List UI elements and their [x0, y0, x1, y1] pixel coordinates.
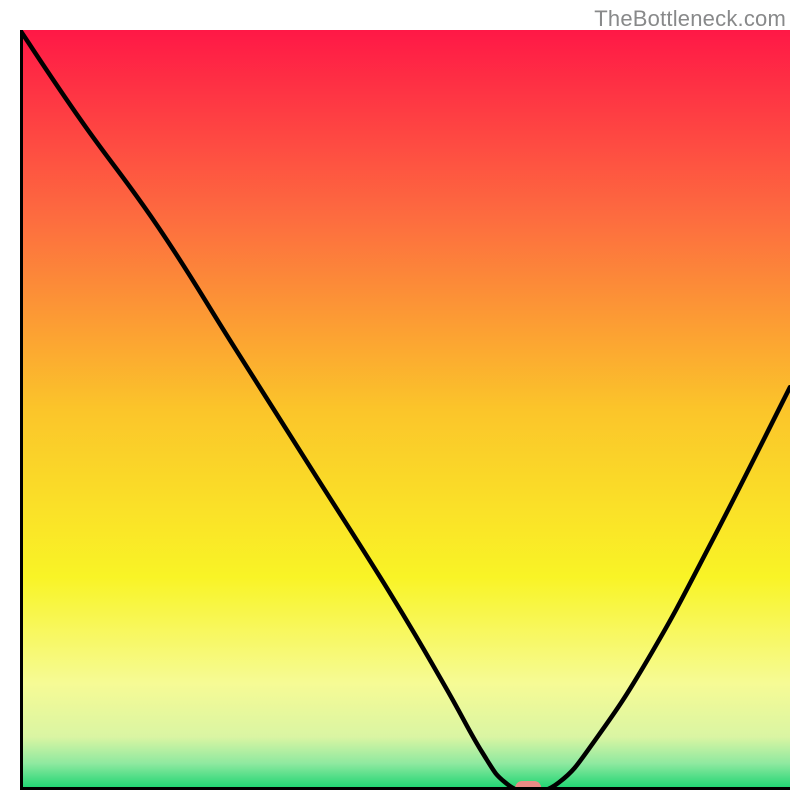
chart-container: TheBottleneck.com [0, 0, 800, 800]
attribution-label: TheBottleneck.com [594, 6, 786, 32]
chart-background-gradient [20, 30, 790, 790]
chart-svg [20, 30, 790, 790]
chart-plot-area [20, 30, 790, 790]
